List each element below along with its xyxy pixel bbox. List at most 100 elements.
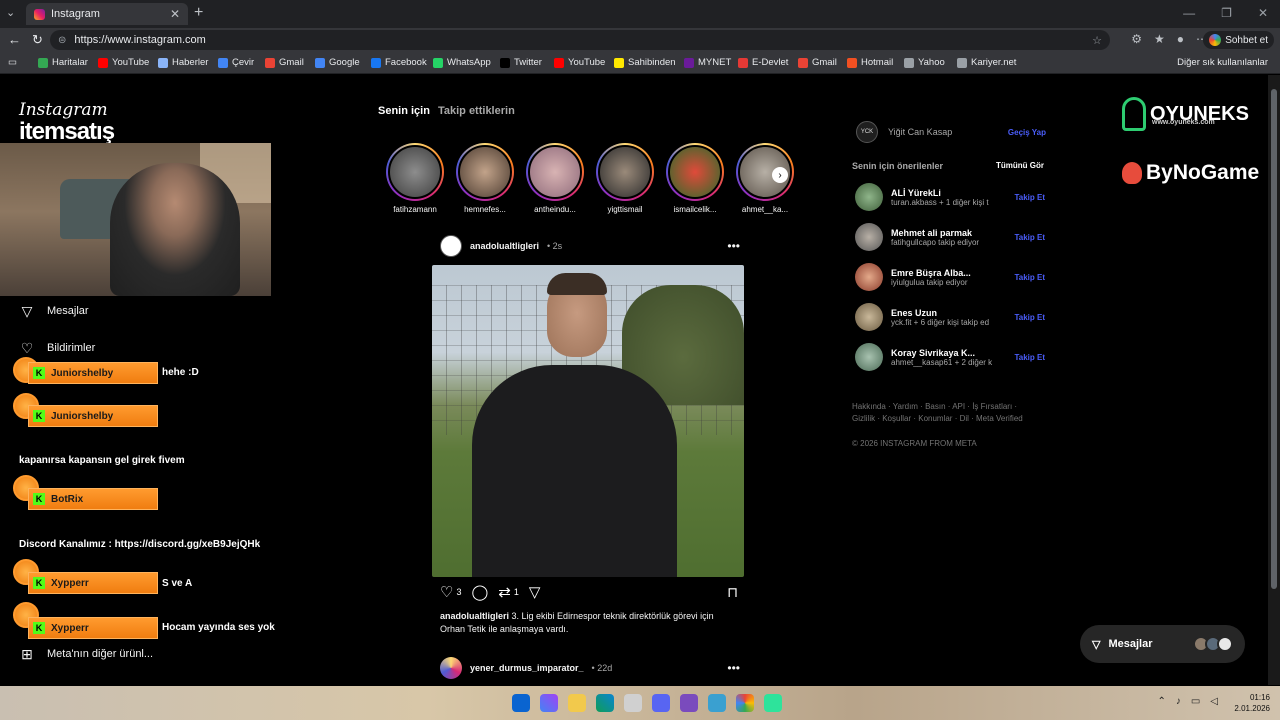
avatar[interactable] <box>855 303 883 331</box>
close-window-icon[interactable]: ✕ <box>1258 6 1268 20</box>
minimize-icon[interactable]: — <box>1183 6 1195 20</box>
post-image[interactable] <box>432 265 744 577</box>
bookmark-google[interactable]: Google <box>315 57 360 68</box>
bookmark-kariyer-net[interactable]: Kariyer.net <box>957 57 1016 68</box>
bookmark-facebook[interactable]: Facebook <box>371 57 427 68</box>
avatar[interactable] <box>855 223 883 251</box>
follow-button[interactable]: Takip Et <box>1014 273 1045 282</box>
chevron-up-icon[interactable]: ⌃ <box>1157 696 1165 707</box>
switch-account-button[interactable]: Geçiş Yap <box>1008 128 1046 137</box>
footer-links[interactable]: Hakkında · Yardım · Basın · API · İş Fır… <box>852 401 1042 425</box>
story-item[interactable]: hemnefes... <box>456 143 514 214</box>
like-button[interactable]: ♡ 3 <box>440 583 461 601</box>
volume-icon[interactable]: ◁ <box>1210 696 1218 707</box>
app-icon[interactable] <box>708 694 726 712</box>
stories-next-button[interactable]: › <box>772 167 788 183</box>
suggestion-name[interactable]: Enes Uzun <box>891 308 1006 318</box>
avatar[interactable] <box>440 235 462 257</box>
follow-button[interactable]: Takip Et <box>1014 353 1045 362</box>
back-icon[interactable]: ← <box>8 32 21 47</box>
file-explorer-icon[interactable] <box>568 694 586 712</box>
bookmark-yahoo[interactable]: Yahoo <box>904 57 945 68</box>
other-bookmarks[interactable]: Diğer sık kullanılanlar <box>1177 57 1268 68</box>
bookmark-gmail[interactable]: Gmail <box>265 57 304 68</box>
chrome-icon[interactable] <box>736 694 754 712</box>
sidebar-item-messages[interactable]: ▽ Mesajlar <box>19 303 89 319</box>
bookmark-e-devlet[interactable]: E-Devlet <box>738 57 788 68</box>
browser-tab[interactable]: Instagram ✕ <box>26 3 188 25</box>
more-options-icon[interactable]: ••• <box>727 239 740 253</box>
bookmark-youtube[interactable]: YouTube <box>98 57 149 68</box>
save-bookmark-icon[interactable]: ⊓ <box>727 584 738 601</box>
follow-button[interactable]: Takip Et <box>1014 313 1045 322</box>
bookmark-çevir[interactable]: Çevir <box>218 57 254 68</box>
more-options-icon[interactable]: ••• <box>727 661 740 675</box>
avatar[interactable] <box>855 343 883 371</box>
sidebar-item-meta-more[interactable]: ⊞ Meta'nın diğer ürünl... <box>19 646 153 662</box>
suggestion-name[interactable]: ALİ YürekLi <box>891 188 1006 198</box>
page-scrollbar[interactable] <box>1268 75 1280 685</box>
tab-actions-icon[interactable]: ▭ <box>8 57 17 68</box>
story-item[interactable]: fatihzamann <box>386 143 444 214</box>
system-clock[interactable]: 01:16 2.01.2026 <box>1234 692 1270 714</box>
edge-icon[interactable] <box>596 694 614 712</box>
tab-search-icon[interactable]: ⌄ <box>6 6 15 19</box>
avatar[interactable] <box>855 263 883 291</box>
repost-button[interactable]: ⇄ 1 <box>498 583 519 601</box>
bookmark-hotmail[interactable]: Hotmail <box>847 57 893 68</box>
reload-icon[interactable]: ↻ <box>32 32 43 48</box>
see-all-link[interactable]: Tümünü Gör <box>996 161 1044 171</box>
tab-following[interactable]: Takip ettiklerin <box>438 105 515 117</box>
comment-button[interactable]: ◯ <box>471 583 488 601</box>
extensions-icon[interactable]: ⚙ <box>1131 32 1142 46</box>
app-icon[interactable] <box>680 694 698 712</box>
scrollbar-thumb[interactable] <box>1271 89 1277 589</box>
address-bar[interactable]: ⊜ https://www.instagram.com ☆ <box>50 30 1110 50</box>
share-button[interactable]: ▽ <box>529 583 541 601</box>
display-icon[interactable]: ▭ <box>1191 696 1200 707</box>
copilot-icon[interactable] <box>540 694 558 712</box>
story-item[interactable]: antheindu... <box>526 143 584 214</box>
caption-username[interactable]: anadolualtligleri <box>440 611 509 621</box>
bookmark-gmail[interactable]: Gmail <box>798 57 837 68</box>
sidebar-item-notifications[interactable]: ♡ Bildirimler <box>19 340 96 356</box>
site-info-icon[interactable]: ⊜ <box>58 35 66 46</box>
story-avatar <box>668 145 722 199</box>
favorite-star-icon[interactable]: ☆ <box>1092 34 1102 47</box>
post-username[interactable]: anadolualtligleri <box>470 241 539 251</box>
maximize-icon[interactable]: ❐ <box>1221 6 1232 20</box>
bookmark-haberler[interactable]: Haberler <box>158 57 208 68</box>
copilot-chat-button[interactable]: Sohbet et <box>1203 31 1274 49</box>
avatar[interactable] <box>855 183 883 211</box>
url-text[interactable]: https://www.instagram.com <box>74 34 205 46</box>
bookmark-twitter[interactable]: Twitter <box>500 57 542 68</box>
follow-button[interactable]: Takip Et <box>1014 193 1045 202</box>
story-item[interactable]: ismailcelik... <box>666 143 724 214</box>
bookmark-youtube[interactable]: YouTube <box>554 57 605 68</box>
discord-icon[interactable] <box>652 694 670 712</box>
follow-button[interactable]: Takip Et <box>1014 233 1045 242</box>
start-icon[interactable] <box>512 694 530 712</box>
instagram-logo[interactable]: Instagram <box>19 100 108 120</box>
new-tab-icon[interactable]: + <box>194 4 203 22</box>
close-tab-icon[interactable]: ✕ <box>170 7 180 21</box>
post-header: anadolualtligleri • 2s ••• <box>440 235 740 257</box>
avatar[interactable] <box>440 657 462 679</box>
microphone-icon[interactable]: ♪ <box>1176 696 1181 707</box>
bookmark-sahibinden[interactable]: Sahibinden <box>614 57 676 68</box>
post-username[interactable]: yener_durmus_imparator_ <box>470 663 584 673</box>
suggestion-name[interactable]: Mehmet ali parmak <box>891 228 1006 238</box>
bookmark-haritalar[interactable]: Haritalar <box>38 57 88 68</box>
favorites-icon[interactable]: ★ <box>1154 32 1165 46</box>
suggestion-name[interactable]: Koray Sivrikaya K... <box>891 348 1006 358</box>
tab-for-you[interactable]: Senin için <box>378 105 430 117</box>
story-item[interactable]: yigttismail <box>596 143 654 214</box>
bookmark-mynet[interactable]: MYNET <box>684 57 731 68</box>
profile-icon[interactable]: ● <box>1177 32 1184 46</box>
bookmark-whatsapp[interactable]: WhatsApp <box>433 57 491 68</box>
kick-icon[interactable] <box>764 694 782 712</box>
avatar[interactable]: YCK <box>856 121 878 143</box>
suggestion-name[interactable]: Emre Büşra Alba... <box>891 268 1006 278</box>
store-icon[interactable] <box>624 694 642 712</box>
messages-float-button[interactable]: ▽ Mesajlar <box>1080 625 1245 663</box>
